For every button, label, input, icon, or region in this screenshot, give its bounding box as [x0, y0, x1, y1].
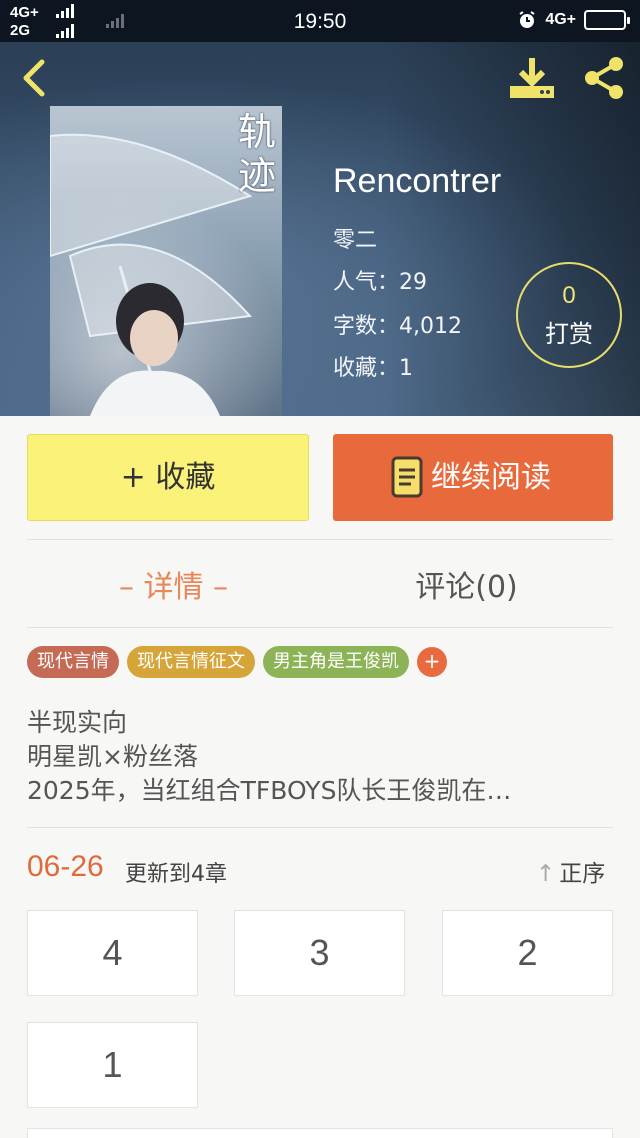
- book-description[interactable]: 半现实向 明星凯×粉丝落 2025年，当红组合TFBOYS队长王俊凯在…: [27, 706, 617, 808]
- tab-comments[interactable]: 评论(0): [320, 562, 613, 606]
- divider: [27, 627, 613, 628]
- sort-order-button[interactable]: ↑ 正序: [536, 854, 605, 888]
- book-cover[interactable]: 轨迹: [50, 106, 282, 416]
- next-section: [27, 1128, 613, 1138]
- battery-icon: [584, 10, 630, 30]
- tag-list: 现代言情 现代言情征文 男主角是王俊凯 +: [27, 646, 447, 678]
- cover-title: 轨迹: [237, 110, 276, 198]
- sort-label: 正序: [559, 861, 606, 887]
- favorites-stat: 收藏：1: [333, 356, 413, 381]
- alarm-icon: [519, 11, 535, 28]
- popularity-stat: 人气：29: [333, 270, 427, 295]
- tag-item[interactable]: 现代言情征文: [127, 646, 255, 678]
- chapter-button[interactable]: 3: [234, 910, 405, 996]
- word-count-stat: 字数：4,012: [333, 314, 462, 339]
- continue-reading-button[interactable]: 继续阅读: [333, 434, 613, 521]
- back-button[interactable]: [14, 56, 54, 100]
- author-name[interactable]: 零二: [333, 222, 377, 254]
- description-line: 明星凯×粉丝落: [27, 742, 198, 771]
- book-title: Rencontrer: [333, 162, 502, 200]
- description-line: 2025年，当红组合TFBOYS队长王俊凯在…: [27, 776, 512, 805]
- divider: [27, 539, 613, 540]
- network-label-right: 4G+: [545, 11, 576, 28]
- add-tag-button[interactable]: +: [417, 647, 447, 677]
- continue-reading-label: 继续阅读: [431, 460, 551, 495]
- add-favorite-button[interactable]: + 收藏: [27, 434, 309, 521]
- download-button[interactable]: [506, 52, 558, 104]
- chapter-button[interactable]: 2: [442, 910, 613, 996]
- chapter-button[interactable]: 4: [27, 910, 198, 996]
- tag-item[interactable]: 男主角是王俊凯: [263, 646, 409, 678]
- share-button[interactable]: [580, 54, 628, 102]
- chapter-button[interactable]: 1: [27, 1022, 198, 1108]
- book-header: 轨迹 Rencontrer 零二 人气：29 字数：4,012 收藏：1 0 打…: [0, 42, 640, 416]
- status-right: 4G+: [517, 10, 630, 30]
- book-icon: [391, 456, 423, 498]
- update-status: 更新到4章: [125, 862, 227, 887]
- divider: [27, 827, 613, 828]
- arrow-up-icon: ↑: [536, 861, 556, 887]
- description-line: 半现实向: [27, 708, 128, 737]
- reward-label: 打赏: [545, 320, 593, 348]
- status-bar: 4G+ 2G 19:50 4G+: [0, 0, 640, 42]
- update-date: 06-26: [27, 850, 104, 883]
- tab-details[interactable]: – 详情 –: [27, 562, 320, 606]
- tag-item[interactable]: 现代言情: [27, 646, 119, 678]
- reward-button[interactable]: 0 打赏: [516, 262, 622, 368]
- reward-count: 0: [562, 282, 576, 309]
